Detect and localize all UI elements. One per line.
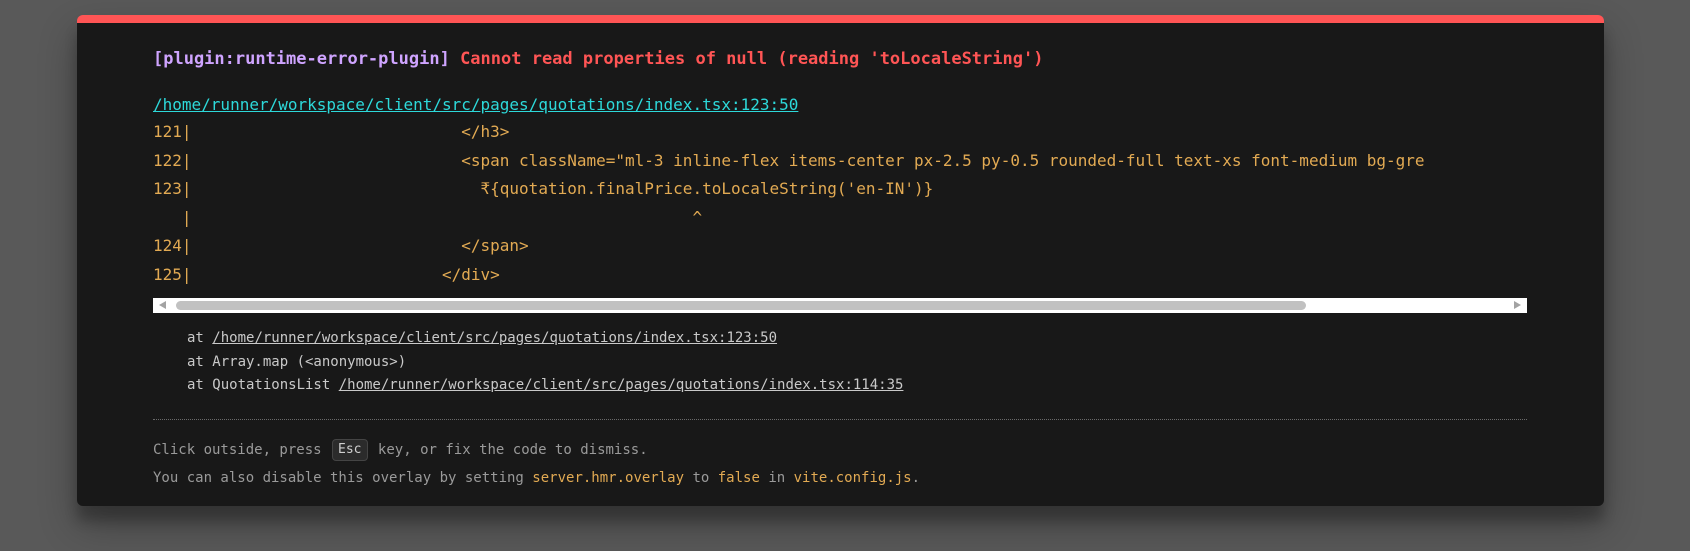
tip-text: in: [759, 470, 794, 486]
error-message-body: Cannot read properties of null (reading …: [460, 49, 1044, 69]
tip-text: to: [684, 470, 718, 486]
config-option-code: server.hmr.overlay: [532, 470, 685, 486]
scrollbar-thumb[interactable]: [176, 301, 1306, 310]
code-frame-line: 122| <span className="ml-3 inline-flex i…: [153, 150, 1425, 170]
error-plugin-name: [plugin:runtime-error-plugin]: [153, 49, 450, 69]
error-overlay-window: [plugin:runtime-error-plugin] Cannot rea…: [77, 15, 1604, 506]
stack-prefix: at: [187, 330, 213, 346]
error-file-link[interactable]: /home/runner/workspace/client/src/pages/…: [153, 93, 798, 117]
tip-text: You can also disable this overlay by set…: [153, 470, 533, 486]
tip-text: .: [911, 470, 921, 486]
config-file-code: vite.config.js: [793, 470, 912, 486]
scroll-right-arrow-icon[interactable]: [1514, 301, 1521, 309]
code-frame-horizontal-scrollbar[interactable]: [153, 298, 1527, 313]
code-frame-line: 124| </span>: [153, 236, 529, 255]
tip-text: key, or fix the code to dismiss.: [369, 442, 648, 458]
code-frame-line: | ^: [153, 207, 703, 227]
esc-key-badge: Esc: [332, 439, 368, 461]
code-frame-line: 125| </div>: [153, 264, 500, 284]
tip-text: Click outside, press: [153, 442, 331, 458]
scroll-left-arrow-icon[interactable]: [159, 301, 166, 309]
stack-prefix: at QuotationsList: [187, 377, 339, 393]
stack-prefix: at Array.map (<anonymous>): [187, 353, 407, 370]
config-value-code: false: [717, 470, 760, 486]
stack-file-link[interactable]: /home/runner/workspace/client/src/pages/…: [212, 330, 777, 346]
disable-overlay-tip: You can also disable this overlay by set…: [153, 466, 920, 490]
tip-divider: [153, 419, 1527, 420]
code-frame: 121| </h3> 122| <span className="ml-3 in…: [153, 118, 1527, 295]
dismiss-tip: Click outside, press Esc key, or fix the…: [153, 438, 648, 462]
stack-trace-line: at Array.map (<anonymous>): [187, 351, 903, 375]
error-message: [plugin:runtime-error-plugin] Cannot rea…: [153, 47, 1043, 71]
code-frame-line: 121| </h3>: [153, 122, 510, 141]
stack-file-link[interactable]: /home/runner/workspace/client/src/pages/…: [339, 377, 904, 393]
code-frame-line: 123| ₹{quotation.finalPrice.toLocaleStri…: [153, 179, 934, 198]
stack-trace: at /home/runner/workspace/client/src/pag…: [187, 327, 903, 398]
stack-trace-line: at /home/runner/workspace/client/src/pag…: [187, 327, 903, 351]
stack-trace-line: at QuotationsList /home/runner/workspace…: [187, 374, 903, 398]
